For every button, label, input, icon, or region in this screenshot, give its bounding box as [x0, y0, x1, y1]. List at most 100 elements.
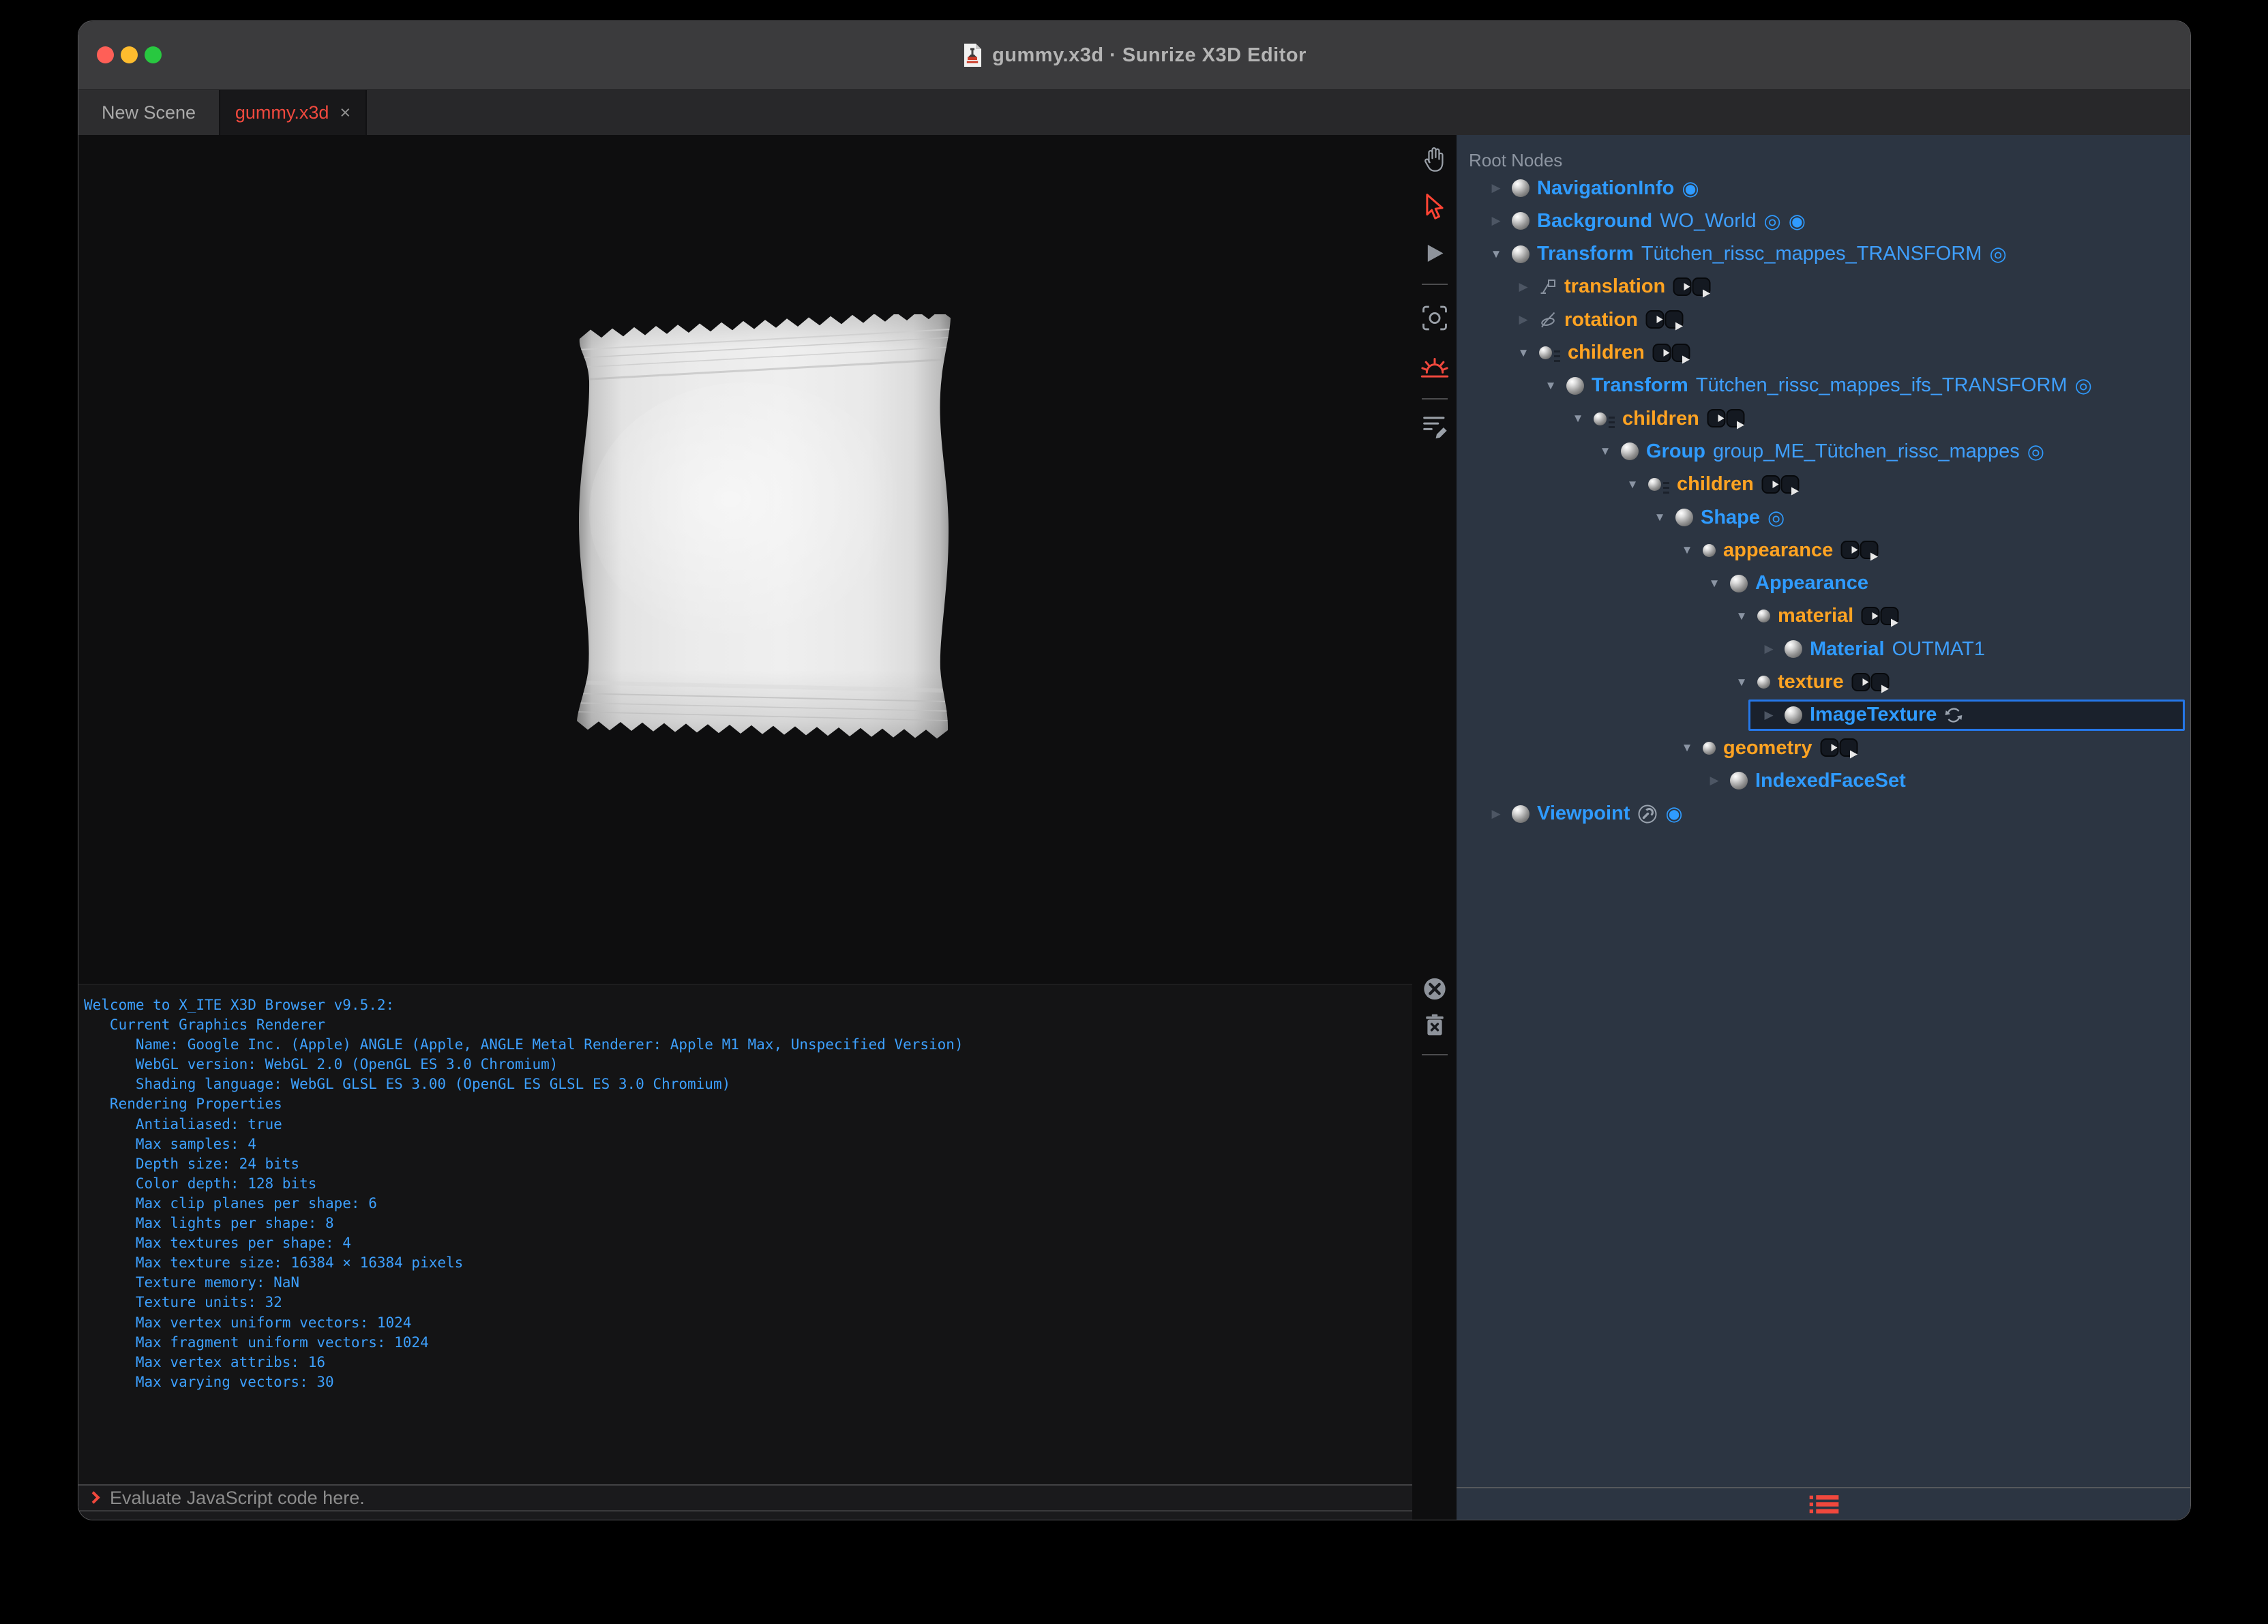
expander-icon[interactable]: ▼: [1488, 247, 1504, 261]
tree-row-background[interactable]: ▶ Background WO_World ◎ ◉: [1457, 205, 2190, 237]
left-pane: Welcome to X_ITE X3D Browser v9.5.2: Cur…: [78, 135, 1412, 1520]
expander-icon[interactable]: ▼: [1515, 346, 1532, 360]
console-line: Rendering Properties: [84, 1096, 282, 1113]
console-line: Max fragment uniform vectors: 1024: [84, 1334, 429, 1351]
expander-icon[interactable]: ▼: [1679, 543, 1695, 557]
route-connectors-icon[interactable]: [1707, 407, 1746, 430]
expander-icon[interactable]: ▶: [1515, 313, 1532, 327]
expander-icon[interactable]: ▼: [1597, 445, 1613, 458]
expander-icon[interactable]: ▼: [1570, 412, 1586, 425]
reload-icon[interactable]: [1944, 706, 1963, 725]
prompt-placeholder[interactable]: Evaluate JavaScript code here.: [110, 1488, 365, 1509]
visibility-icon[interactable]: ◎: [1989, 244, 2006, 264]
mfnode-field-icon: [1648, 478, 1669, 492]
console-line: Max samples: 4: [84, 1135, 256, 1152]
3d-viewport[interactable]: [78, 135, 1412, 984]
expander-icon[interactable]: ▶: [1761, 642, 1777, 656]
select-arrow-icon[interactable]: [1422, 193, 1447, 225]
console-line: Color depth: 128 bits: [84, 1175, 317, 1192]
node-def-name: OUTMAT1: [1892, 637, 1986, 660]
route-connectors-icon[interactable]: [1761, 473, 1801, 496]
tree-row-material[interactable]: ▼ material: [1457, 600, 2190, 633]
bind-state-icon[interactable]: ◉: [1789, 211, 1806, 231]
tab-new-scene[interactable]: New Scene: [78, 90, 220, 135]
expander-icon[interactable]: ▼: [1624, 478, 1641, 492]
tree-row-material[interactable]: ▶ Material OUTMAT1: [1457, 633, 2190, 665]
tree-row-transform[interactable]: ▼ Transform Tütchen_rissc_mappes_TRANSFORM…: [1457, 238, 2190, 271]
expander-icon[interactable]: ▼: [1652, 511, 1668, 524]
clear-console-icon[interactable]: [1423, 1012, 1446, 1042]
field-name-label: translation: [1564, 275, 1666, 298]
pan-hand-icon[interactable]: [1420, 145, 1449, 177]
tree-row-children[interactable]: ▼ children: [1457, 468, 2190, 501]
titlebar[interactable]: gummy.x3d · Sunrize X3D Editor: [78, 21, 2190, 90]
visibility-icon[interactable]: ◎: [2027, 441, 2044, 462]
visibility-icon[interactable]: ◎: [1763, 211, 1780, 231]
tree-row-indexedfaceset[interactable]: ▶ IndexedFaceSet: [1457, 764, 2190, 797]
tree-row-shape[interactable]: ▼ Shape ◎: [1457, 501, 2190, 534]
play-icon[interactable]: [1423, 242, 1446, 269]
tree-row-transform[interactable]: ▼ Transform Tütchen_rissc_mappes_ifs_TRANS…: [1457, 370, 2190, 402]
close-window-button[interactable]: [97, 46, 114, 63]
console-line: Max vertex uniform vectors: 1024: [84, 1314, 412, 1331]
bind-state-icon[interactable]: ◉: [1682, 178, 1699, 198]
tab-console[interactable]: Console: [644, 1516, 708, 1520]
route-connectors-icon[interactable]: [1840, 539, 1880, 562]
tab-gummy-x3d[interactable]: gummy.x3d ×: [220, 90, 367, 135]
tree-row-viewpoint[interactable]: ▶ Viewpoint ◉: [1457, 798, 2190, 830]
tree-row-geometry[interactable]: ▼ geometry: [1457, 732, 2190, 764]
script-edit-icon[interactable]: [1421, 412, 1448, 442]
visibility-icon[interactable]: ◎: [1767, 507, 1785, 528]
expander-icon[interactable]: ▶: [1706, 774, 1722, 787]
route-connectors-icon[interactable]: [1820, 736, 1860, 760]
field-name-label: children: [1677, 473, 1754, 496]
scene-tree[interactable]: ▶ NavigationInfo ◉ ▶ Background WO_World ◎ ◉ ▼ Tr…: [1457, 135, 2190, 1487]
pouch-3d-render[interactable]: [576, 314, 952, 742]
route-connectors-icon[interactable]: [1861, 605, 1900, 628]
expander-icon[interactable]: ▼: [1733, 676, 1750, 689]
minimize-window-button[interactable]: [121, 46, 138, 63]
route-connectors-icon[interactable]: [1645, 308, 1685, 331]
tool-wrench-icon[interactable]: [1637, 804, 1658, 824]
expander-icon[interactable]: ▶: [1761, 708, 1777, 722]
tree-row-rotation[interactable]: ▶ rotation: [1457, 303, 2190, 336]
expander-icon[interactable]: ▼: [1733, 610, 1750, 623]
tree-row-appearance[interactable]: ▼ Appearance: [1457, 567, 2190, 600]
tree-row-children[interactable]: ▼ children: [1457, 337, 2190, 370]
tree-row-children[interactable]: ▼ children: [1457, 402, 2190, 435]
sfnode-field-icon: [1703, 543, 1716, 557]
console-output[interactable]: Welcome to X_ITE X3D Browser v9.5.2: Cur…: [78, 984, 1412, 1484]
expander-icon[interactable]: ▼: [1679, 741, 1695, 755]
console-line: Max texture size: 16384 × 16384 pixels: [84, 1254, 464, 1272]
suspend-console-icon[interactable]: [1422, 976, 1448, 1006]
node-type-label: Viewpoint: [1537, 802, 1630, 825]
tree-row-imagetexture[interactable]: ▶ ImageTexture: [1457, 699, 2190, 732]
expander-icon[interactable]: ▼: [1706, 577, 1722, 590]
bind-state-icon[interactable]: ◉: [1665, 804, 1682, 824]
document-proxy-icon[interactable]: [962, 43, 983, 67]
zoom-window-button[interactable]: [145, 46, 162, 63]
tab-script-editor[interactable]: Script Editor: [750, 1516, 847, 1520]
expander-icon[interactable]: ▶: [1488, 181, 1504, 195]
route-connectors-icon[interactable]: [1673, 275, 1712, 299]
route-connectors-icon[interactable]: [1851, 671, 1891, 694]
tab-close-icon[interactable]: ×: [340, 102, 350, 123]
tree-row-appearance[interactable]: ▼ appearance: [1457, 534, 2190, 567]
tree-row-navigationinfo[interactable]: ▶ NavigationInfo ◉: [1457, 172, 2190, 205]
tree-row-group[interactable]: ▼ Group group_ME_Tütchen_rissc_mappes ◎: [1457, 435, 2190, 468]
node-def-name: WO_World: [1660, 209, 1757, 232]
route-connectors-icon[interactable]: [1652, 342, 1692, 365]
expander-icon[interactable]: ▶: [1488, 807, 1504, 821]
outline-list-icon[interactable]: [1809, 1494, 1839, 1516]
tree-row-translation[interactable]: ▶ translation: [1457, 271, 2190, 303]
expander-icon[interactable]: ▶: [1488, 214, 1504, 228]
node-def-name: group_ME_Tütchen_rissc_mappes: [1713, 440, 2020, 462]
center-viewpoint-icon[interactable]: [1421, 305, 1448, 335]
sfnode-field-icon: [1703, 741, 1716, 755]
expander-icon[interactable]: ▼: [1542, 379, 1559, 393]
expander-icon[interactable]: ▶: [1515, 280, 1532, 294]
straighten-horizon-icon[interactable]: [1420, 357, 1449, 385]
tree-row-texture[interactable]: ▼ texture: [1457, 666, 2190, 699]
visibility-icon[interactable]: ◎: [2075, 376, 2092, 395]
console-prompt[interactable]: Evaluate JavaScript code here.: [78, 1484, 1412, 1510]
